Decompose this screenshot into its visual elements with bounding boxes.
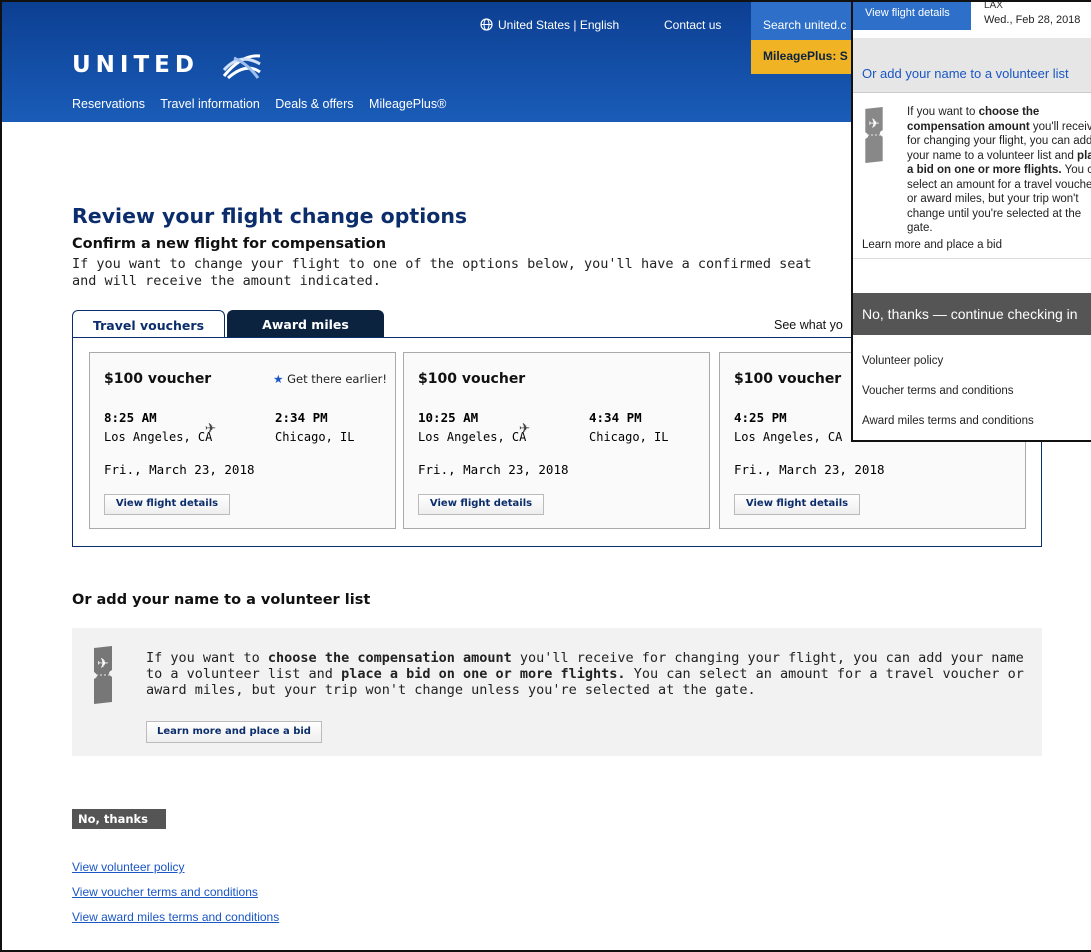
locale-selector[interactable]: United States | English bbox=[480, 18, 619, 32]
overlay-voucher-terms-link[interactable]: Voucher terms and conditions bbox=[862, 385, 1014, 397]
departure-city: Los Angeles, CA bbox=[734, 430, 843, 444]
nav-deals-offers[interactable]: Deals & offers bbox=[275, 97, 353, 111]
nav-reservations[interactable]: Reservations bbox=[72, 97, 145, 111]
search-tab[interactable]: Search united.c bbox=[751, 2, 861, 40]
mobile-overlay-panel: View flight details LAX Wed., Feb 28, 20… bbox=[851, 0, 1091, 442]
flight-date: Fri., March 23, 2018 bbox=[104, 462, 255, 477]
voucher-amount: $100 voucher bbox=[418, 371, 526, 387]
text-segment: If you want to bbox=[146, 650, 268, 666]
overlay-volunteer-policy-link[interactable]: Volunteer policy bbox=[862, 355, 943, 367]
earlier-label: Get there earlier! bbox=[287, 372, 387, 386]
intro-text: If you want to change your flight to one… bbox=[72, 256, 812, 289]
departure-city: Los Angeles, CA bbox=[418, 430, 527, 444]
no-thanks-button[interactable]: No, thanks bbox=[72, 809, 166, 829]
view-flight-details-button[interactable]: View flight details bbox=[104, 494, 230, 515]
view-flight-details-button[interactable]: View flight details bbox=[418, 494, 544, 515]
departure-time: 10:25 AM bbox=[418, 410, 479, 425]
overlay-airport: LAX bbox=[984, 0, 1003, 11]
earlier-badge: ★ Get there earlier! bbox=[273, 372, 387, 386]
overlay-no-thanks-button[interactable]: No, thanks — continue checking in bbox=[853, 293, 1091, 335]
overlay-date: Wed., Feb 28, 2018 bbox=[984, 14, 1081, 26]
mileageplus-signin-tab[interactable]: MileagePlus: S bbox=[751, 40, 861, 74]
departure-time: 4:25 PM bbox=[734, 410, 787, 425]
contact-link[interactable]: Contact us bbox=[664, 18, 721, 32]
overlay-award-terms-link[interactable]: Award miles terms and conditions bbox=[862, 415, 1034, 427]
airplane-icon: ✈ bbox=[205, 417, 216, 438]
svg-text:✈: ✈ bbox=[868, 116, 879, 132]
ticket-icon: ✈ bbox=[865, 107, 883, 163]
see-what-link[interactable]: See what yo bbox=[774, 318, 843, 332]
emphasis-bid: place a bid on one or more flights. bbox=[341, 666, 626, 682]
globe-icon bbox=[480, 18, 493, 31]
arrival-city: Chicago, IL bbox=[589, 430, 669, 444]
volunteer-heading: Or add your name to a volunteer list bbox=[72, 592, 371, 608]
flight-date: Fri., March 23, 2018 bbox=[418, 462, 569, 477]
overlay-volunteer-heading: Or add your name to a volunteer list bbox=[862, 66, 1069, 81]
locale-label: United States | English bbox=[498, 18, 620, 32]
award-miles-terms-link[interactable]: View award miles terms and conditions bbox=[72, 910, 279, 924]
volunteer-description: If you want to choose the compensation a… bbox=[146, 650, 1026, 698]
flight-date: Fri., March 23, 2018 bbox=[734, 462, 885, 477]
tab-travel-vouchers[interactable]: Travel vouchers bbox=[72, 310, 225, 338]
overlay-view-flight-details-button[interactable]: View flight details bbox=[853, 2, 971, 30]
arrival-time: 4:34 PM bbox=[589, 410, 642, 425]
tab-award-miles[interactable]: Award miles bbox=[227, 310, 384, 338]
nav-mileageplus[interactable]: MileagePlus® bbox=[369, 97, 446, 111]
svg-text:✈: ✈ bbox=[97, 656, 109, 672]
flight-option-card: $100 voucher ★ Get there earlier! 8:25 A… bbox=[89, 352, 396, 529]
volunteer-box: ✈ If you want to choose the compensation… bbox=[72, 628, 1042, 756]
overlay-learn-row bbox=[853, 258, 1091, 293]
page-frame: United States | English Contact us Searc… bbox=[0, 0, 1091, 952]
departure-city: Los Angeles, CA bbox=[104, 430, 213, 444]
overlay-volunteer-card: ✈ If you want to choose the compensation… bbox=[853, 92, 1091, 258]
view-flight-details-button[interactable]: View flight details bbox=[734, 494, 860, 515]
page-title: Review your flight change options bbox=[72, 204, 468, 228]
arrival-city: Chicago, IL bbox=[275, 430, 355, 444]
overlay-volunteer-description: If you want to choose the compensation a… bbox=[907, 105, 1091, 236]
united-logo[interactable]: UNITED bbox=[72, 52, 199, 78]
airplane-icon: ✈ bbox=[519, 417, 530, 438]
learn-more-bid-button[interactable]: Learn more and place a bid bbox=[146, 721, 322, 743]
emphasis-compensation: choose the compensation amount bbox=[267, 650, 512, 666]
text-segment: If you want to bbox=[907, 106, 979, 118]
overlay-learn-more-link[interactable]: Learn more and place a bid bbox=[862, 239, 1002, 251]
arrival-time: 2:34 PM bbox=[275, 410, 328, 425]
departure-time: 8:25 AM bbox=[104, 410, 157, 425]
main-nav: Reservations Travel information Deals & … bbox=[72, 97, 458, 111]
united-globe-logo-icon bbox=[222, 54, 261, 80]
overlay-flight-row: View flight details LAX Wed., Feb 28, 20… bbox=[853, 0, 1091, 38]
voucher-amount: $100 voucher bbox=[734, 371, 842, 387]
voucher-amount: $100 voucher bbox=[104, 371, 212, 387]
flight-option-card: $100 voucher 10:25 AM Los Angeles, CA ✈ … bbox=[403, 352, 710, 529]
nav-travel-information[interactable]: Travel information bbox=[160, 97, 260, 111]
star-icon: ★ bbox=[273, 372, 284, 386]
voucher-terms-link[interactable]: View voucher terms and conditions bbox=[72, 885, 258, 899]
volunteer-policy-link[interactable]: View volunteer policy bbox=[72, 860, 185, 874]
ticket-icon: ✈ bbox=[94, 646, 112, 704]
confirm-heading: Confirm a new flight for compensation bbox=[72, 236, 387, 252]
